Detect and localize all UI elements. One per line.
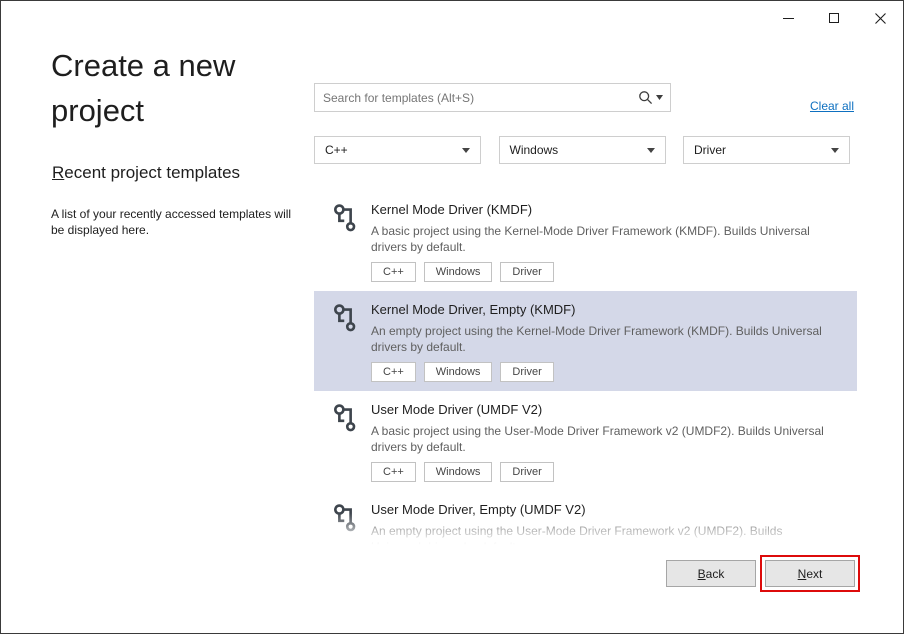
template-tag[interactable]: Driver [500, 362, 553, 382]
template-tag[interactable]: Windows [424, 462, 493, 482]
template-tags: C++ Windows Driver [371, 462, 845, 482]
template-list: Kernel Mode Driver (KMDF) A basic projec… [314, 191, 857, 549]
close-button[interactable] [857, 1, 903, 35]
filter-row: C++ Windows Driver [314, 136, 850, 164]
template-title: Kernel Mode Driver (KMDF) [371, 199, 845, 217]
filter-dropdown-value: C++ [325, 143, 348, 157]
search-options-chevron-icon[interactable] [656, 95, 663, 100]
template-description: An empty project using the Kernel-Mode D… [371, 323, 826, 355]
create-new-project-dialog: Create a new project Recent project temp… [0, 0, 904, 634]
search-icon-group [638, 90, 670, 105]
template-list-item[interactable]: Kernel Mode Driver (KMDF) A basic projec… [314, 191, 857, 291]
template-tag[interactable]: Windows [424, 362, 493, 382]
template-list-item[interactable]: User Mode Driver (UMDF V2) A basic proje… [314, 391, 857, 491]
back-button-label: Back [698, 567, 725, 581]
template-item-body: Kernel Mode Driver (KMDF) A basic projec… [371, 199, 845, 282]
template-tag[interactable]: C++ [371, 362, 416, 382]
filter-dropdown-value: Driver [694, 143, 726, 157]
driver-template-icon [330, 402, 360, 434]
template-description: A basic project using the User-Mode Driv… [371, 423, 826, 455]
template-title: User Mode Driver, Empty (UMDF V2) [371, 499, 845, 517]
back-button[interactable]: Back [666, 560, 756, 587]
search-icon[interactable] [638, 90, 653, 105]
footer-buttons: Back Next [666, 560, 855, 587]
platform-filter-dropdown[interactable]: Windows [499, 136, 666, 164]
driver-template-icon [330, 502, 360, 534]
template-item-body: Kernel Mode Driver, Empty (KMDF) An empt… [371, 299, 845, 382]
next-button-label: Next [798, 567, 823, 581]
chevron-down-icon [462, 148, 470, 153]
template-description: A basic project using the Kernel-Mode Dr… [371, 223, 826, 255]
template-title: User Mode Driver (UMDF V2) [371, 399, 845, 417]
titlebar [765, 1, 903, 35]
chevron-down-icon [831, 148, 839, 153]
template-item-body: User Mode Driver (UMDF V2) A basic proje… [371, 399, 845, 482]
template-title: Kernel Mode Driver, Empty (KMDF) [371, 299, 845, 317]
recent-templates-description: A list of your recently accessed templat… [51, 206, 303, 238]
template-tags: C++ Windows Driver [371, 362, 845, 382]
recent-templates-heading: Recent project templates [52, 163, 240, 183]
project-type-filter-dropdown[interactable]: Driver [683, 136, 850, 164]
filter-dropdown-value: Windows [510, 143, 559, 157]
maximize-button[interactable] [811, 1, 857, 35]
language-filter-dropdown[interactable]: C++ [314, 136, 481, 164]
driver-template-icon [330, 302, 360, 334]
search-input[interactable] [315, 91, 638, 105]
template-tags: C++ Windows Driver [371, 262, 845, 282]
template-tag[interactable]: Windows [424, 262, 493, 282]
template-list-item[interactable]: User Mode Driver, Empty (UMDF V2) An emp… [314, 491, 857, 549]
page-title: Create a new project [51, 43, 316, 133]
template-list-item[interactable]: Kernel Mode Driver, Empty (KMDF) An empt… [314, 291, 857, 391]
driver-template-icon [330, 202, 360, 234]
template-item-body: User Mode Driver, Empty (UMDF V2) An emp… [371, 499, 845, 549]
minimize-button[interactable] [765, 1, 811, 35]
clear-all-link[interactable]: Clear all [810, 99, 854, 113]
template-description: An empty project using the User-Mode Dri… [371, 523, 826, 549]
template-tag[interactable]: C++ [371, 462, 416, 482]
template-tag[interactable]: Driver [500, 262, 553, 282]
template-tag[interactable]: Driver [500, 462, 553, 482]
chevron-down-icon [647, 148, 655, 153]
template-tag[interactable]: C++ [371, 262, 416, 282]
template-search-box [314, 83, 671, 112]
next-button[interactable]: Next [765, 560, 855, 587]
